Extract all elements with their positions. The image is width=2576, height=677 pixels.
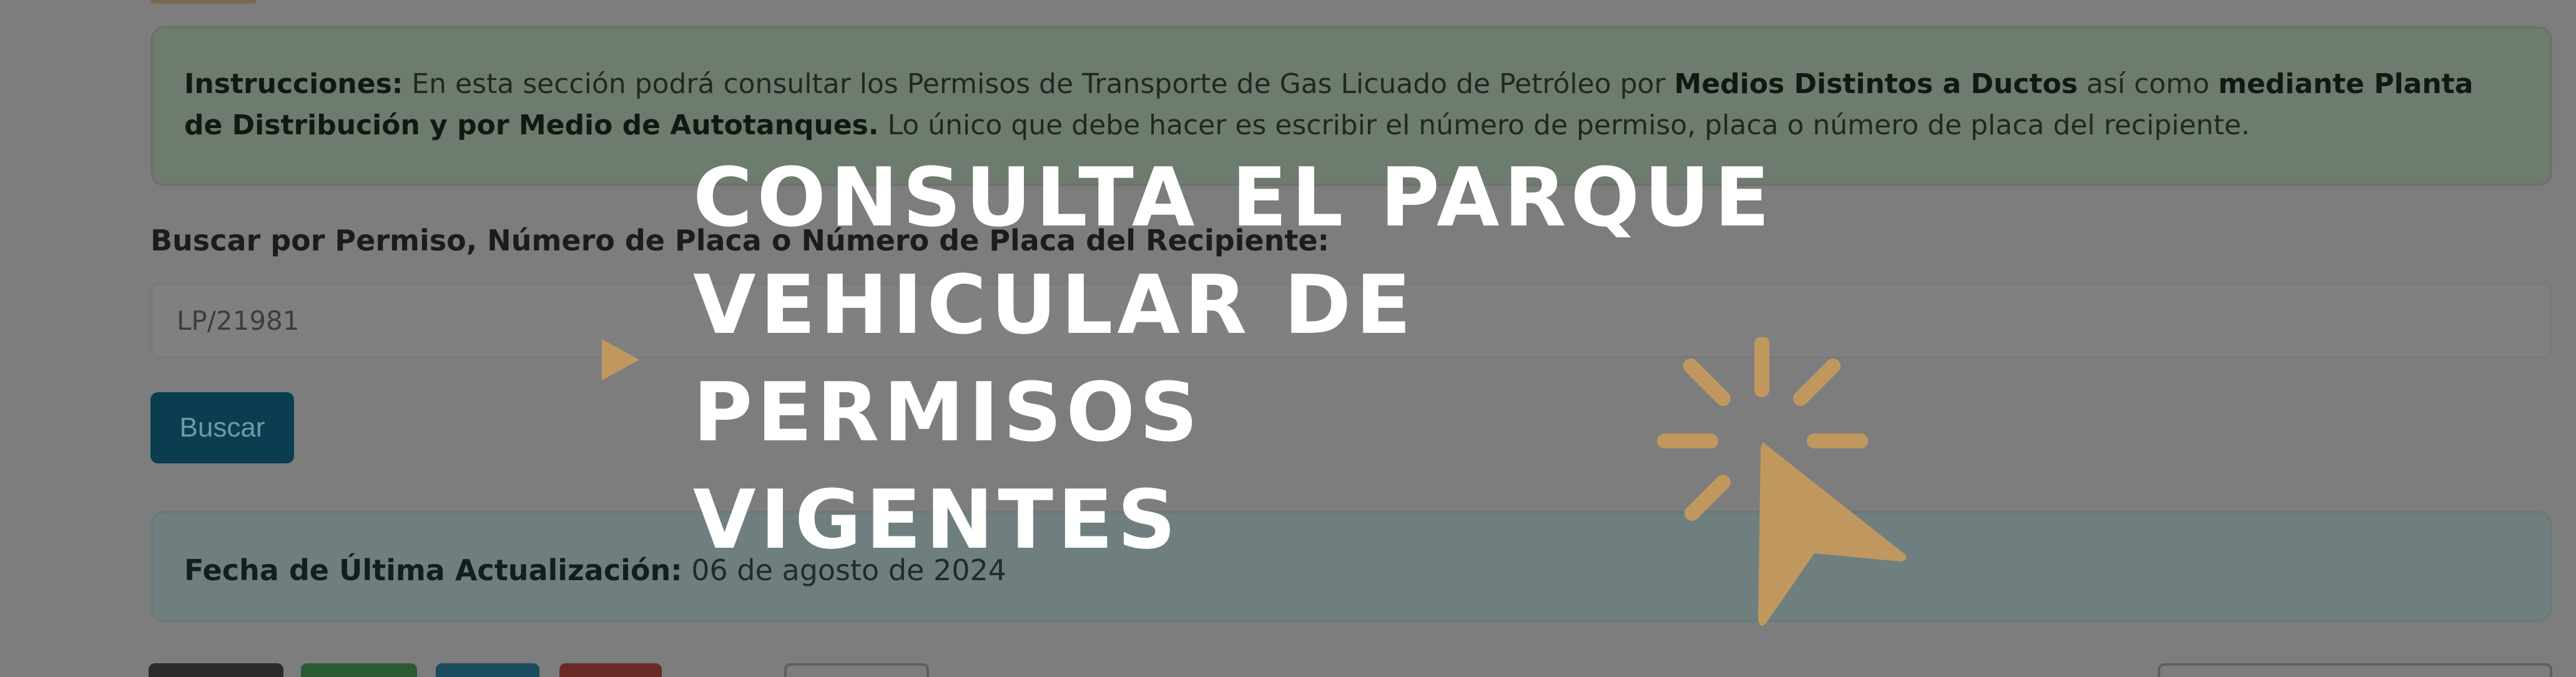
export-button-csv[interactable]: [436, 663, 539, 677]
headline-line-1: CONSULTA EL PARQUE: [693, 150, 1774, 245]
instructions-text-3: Lo único que debe hacer es escribir el n…: [878, 109, 2250, 141]
table-filter-input[interactable]: [2158, 663, 2552, 677]
instructions-text-1: En esta sección podrá consultar los Perm…: [403, 68, 1674, 100]
page-length-select[interactable]: [784, 663, 929, 677]
export-button-excel[interactable]: [301, 663, 417, 677]
instructions-label: Instrucciones:: [184, 68, 403, 100]
search-button[interactable]: Buscar: [150, 392, 294, 463]
instructions-bold-1: Medios Distintos a Ductos: [1674, 68, 2078, 100]
play-triangle-icon: [602, 339, 639, 380]
export-button-copy[interactable]: [149, 663, 283, 677]
last-update-label: Fecha de Última Actualización:: [184, 553, 682, 587]
export-button-pdf[interactable]: [559, 663, 662, 677]
instructions-text-2: así como: [2077, 68, 2218, 100]
header-stub: [150, 0, 257, 4]
cursor-click-icon: [1657, 337, 1907, 626]
